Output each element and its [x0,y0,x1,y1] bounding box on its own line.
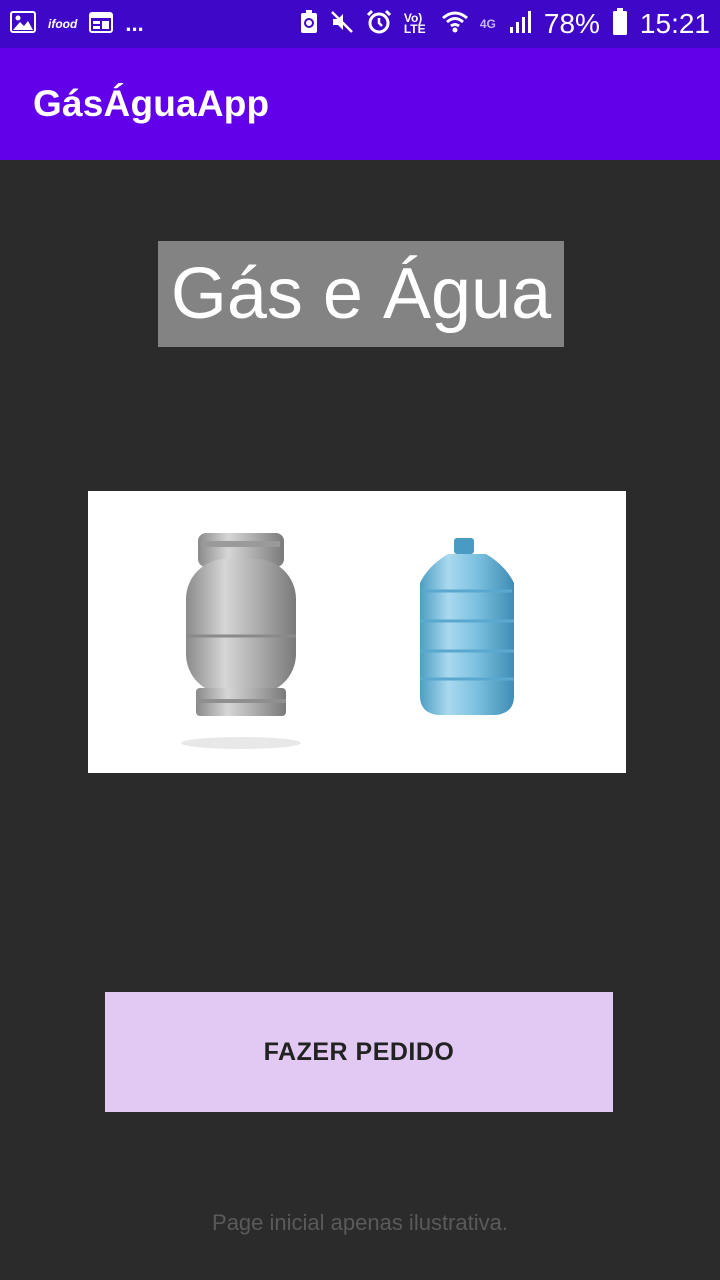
water-jug-illustration [420,538,514,715]
battery-percent: 78% [543,8,600,39]
ifood-icon: ifood [48,17,78,31]
alarm-icon [366,9,392,40]
status-bar: ifood ... Vo) LTE 4G 78% 15:21 [0,0,720,48]
battery-saver-icon [300,9,318,39]
signal-icon [508,10,532,39]
status-bar-right: Vo) LTE 4G 78% 15:21 [300,7,710,41]
clock: 15:21 [639,8,710,39]
4g-icon: 4G [479,17,496,31]
gas-cylinder-illustration [181,533,301,749]
calendar-icon [89,11,114,38]
order-button[interactable]: FAZER PEDIDO [105,992,613,1112]
volte-icon: Vo) LTE [403,11,426,36]
status-bar-left: ifood ... [10,10,144,38]
app-title: GásÁguaApp [33,83,270,124]
app-bar: GásÁguaApp [0,48,720,160]
wifi-icon [441,11,468,38]
more-icon: ... [125,11,144,36]
product-image [88,491,626,773]
battery-icon [612,7,628,41]
footer-note: Page inicial apenas ilustrativa. [212,1210,508,1235]
mute-icon [330,10,354,39]
page-heading: Gás e Água [158,241,564,347]
image-icon [10,10,36,38]
